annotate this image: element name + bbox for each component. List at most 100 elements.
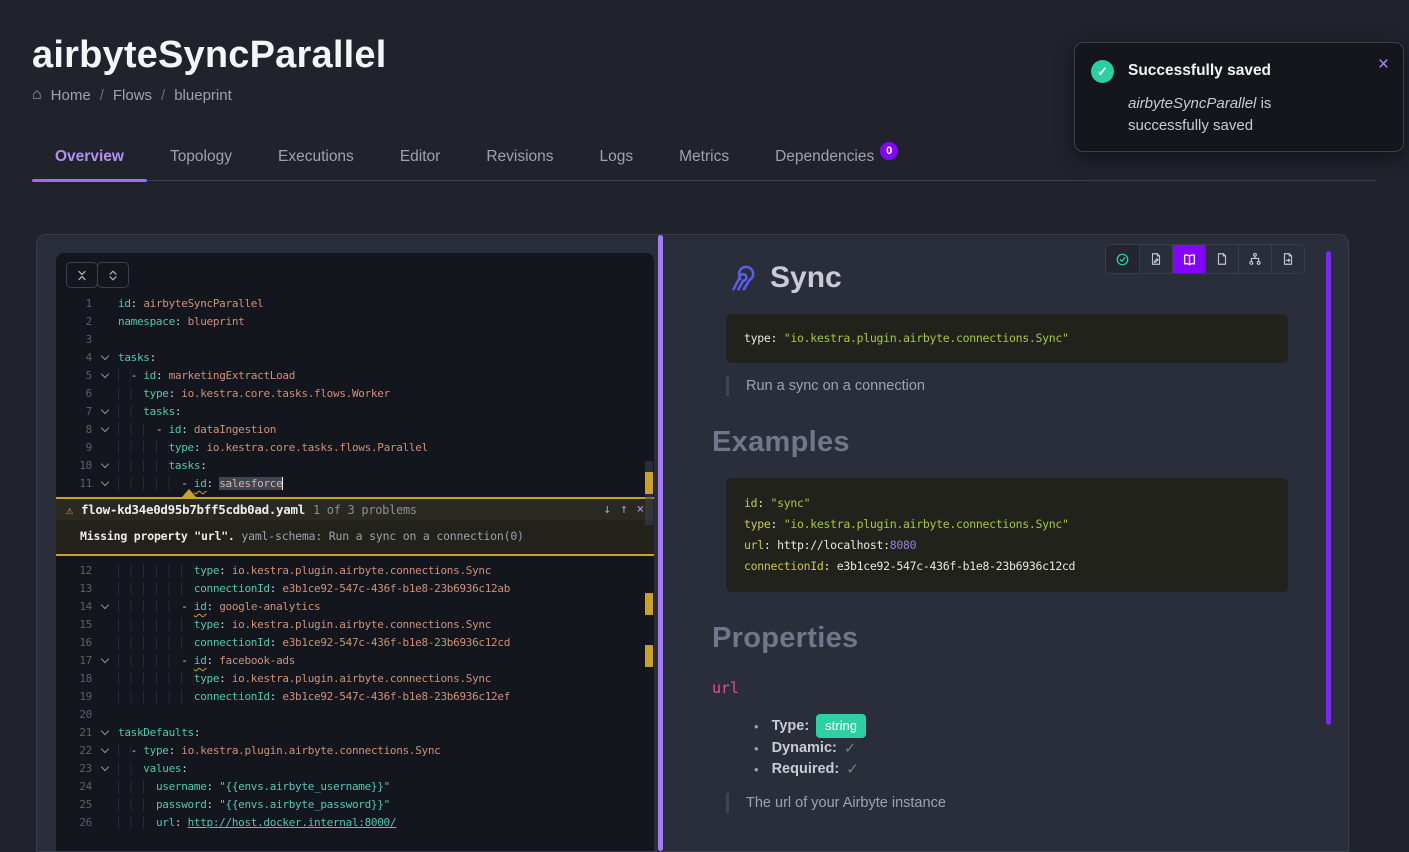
- check-circle-icon[interactable]: [1106, 245, 1139, 273]
- code-line-23[interactable]: 23 values:: [56, 760, 654, 778]
- code-line-12[interactable]: 12 type: io.kestra.plugin.airbyte.connec…: [56, 562, 654, 580]
- code-line-21[interactable]: 21taskDefaults:: [56, 724, 654, 742]
- code-line-18[interactable]: 18 type: io.kestra.plugin.airbyte.connec…: [56, 670, 654, 688]
- arrow-up-icon[interactable]: ↑: [620, 502, 628, 517]
- tab-executions[interactable]: Executions: [255, 148, 377, 180]
- code-line-19[interactable]: 19 connectionId: e3b1ce92-547c-436f-b1e8…: [56, 688, 654, 706]
- plugin-description: Run a sync on a connection: [726, 376, 1288, 396]
- line-content: tasks:: [118, 457, 207, 475]
- code-line-3[interactable]: 3: [56, 331, 654, 349]
- code-line-5[interactable]: 5 - id: marketingExtractLoad: [56, 367, 654, 385]
- problems-message[interactable]: Missing property "url". yaml-schema: Run…: [56, 520, 654, 554]
- overview-ruler[interactable]: [644, 253, 654, 851]
- line-number: 18: [56, 670, 92, 688]
- tab-topology[interactable]: Topology: [147, 148, 255, 180]
- line-number: 24: [56, 778, 92, 796]
- tab-overview[interactable]: Overview: [32, 148, 147, 180]
- fold-chevron-icon[interactable]: [92, 421, 118, 439]
- code-line-10[interactable]: 10 tasks:: [56, 457, 654, 475]
- property-item-label: Required:: [772, 759, 840, 780]
- fold-chevron-icon[interactable]: [92, 367, 118, 385]
- tab-logs[interactable]: Logs: [577, 148, 657, 180]
- close-icon[interactable]: ×: [1378, 55, 1389, 74]
- fold-chevron-icon[interactable]: [92, 724, 118, 742]
- code-line-9[interactable]: 9 type: io.kestra.core.tasks.flows.Paral…: [56, 439, 654, 457]
- line-number: 14: [56, 598, 92, 616]
- tab-label: Editor: [400, 148, 441, 165]
- code-line-25[interactable]: 25 password: "{{envs.airbyte_password}}": [56, 796, 654, 814]
- check-icon: ✓: [844, 738, 857, 759]
- code-line-16[interactable]: 16 connectionId: e3b1ce92-547c-436f-b1e8…: [56, 634, 654, 652]
- fold-chevron-icon[interactable]: [92, 457, 118, 475]
- line-number: 25: [56, 796, 92, 814]
- arrow-down-icon[interactable]: ↓: [603, 502, 611, 517]
- breadcrumb-blueprint[interactable]: blueprint: [174, 87, 232, 104]
- problems-message-rest: yaml-schema: Run a sync on a connection(…: [235, 529, 524, 543]
- line-number: 13: [56, 580, 92, 598]
- plugin-title: Sync: [770, 261, 842, 295]
- tab-metrics[interactable]: Metrics: [656, 148, 752, 180]
- fold-chevron-icon[interactable]: [92, 652, 118, 670]
- code-line-26[interactable]: 26 url: http://host.docker.internal:8000…: [56, 814, 654, 832]
- problems-controls: ↓ ↑ ×: [603, 502, 644, 517]
- fold-chevron-icon[interactable]: [92, 760, 118, 778]
- fold-chevron-icon[interactable]: [92, 742, 118, 760]
- code-line-20[interactable]: 20: [56, 706, 654, 724]
- code-line-17[interactable]: 17 - id: facebook-ads: [56, 652, 654, 670]
- file-icon[interactable]: [1205, 245, 1238, 273]
- unfold-all-icon[interactable]: [97, 262, 129, 288]
- property-item-label: Dynamic:: [772, 738, 837, 759]
- close-icon[interactable]: ×: [636, 502, 644, 517]
- fold-chevron-icon[interactable]: [92, 598, 118, 616]
- tab-label: Revisions: [486, 148, 553, 165]
- home-icon[interactable]: ⌂: [32, 86, 42, 104]
- code-area: 1id: airbyteSyncParallel2namespace: blue…: [56, 295, 654, 832]
- tab-dependencies[interactable]: Dependencies0: [752, 148, 921, 180]
- code-line-8[interactable]: 8 - id: dataIngestion: [56, 421, 654, 439]
- code-line-22[interactable]: 22 - type: io.kestra.plugin.airbyte.conn…: [56, 742, 654, 760]
- dependencies-badge: 0: [880, 142, 898, 160]
- line-content: password: "{{envs.airbyte_password}}": [118, 796, 390, 814]
- property-attributes: Type:stringDynamic:✓Required:✓: [754, 714, 1288, 780]
- tab-editor[interactable]: Editor: [377, 148, 464, 180]
- book-open-icon[interactable]: [1172, 245, 1205, 273]
- code-line-7[interactable]: 7 tasks:: [56, 403, 654, 421]
- file-export-icon[interactable]: [1271, 245, 1304, 273]
- code-line-11[interactable]: 11 - id: salesforce: [56, 475, 654, 493]
- breadcrumb-home[interactable]: Home: [51, 87, 91, 104]
- line-number: 23: [56, 760, 92, 778]
- example-line: connectionId: e3b1ce92-547c-436f-b1e8-23…: [744, 556, 1270, 577]
- code-line-4[interactable]: 4tasks:: [56, 349, 654, 367]
- fold-chevron-icon[interactable]: [92, 349, 118, 367]
- line-content: type: io.kestra.plugin.airbyte.connectio…: [118, 616, 491, 634]
- line-number: 8: [56, 421, 92, 439]
- examples-code-block: id: "sync"type: "io.kestra.plugin.airbyt…: [726, 478, 1288, 592]
- docs-scrollbar[interactable]: [1326, 251, 1331, 725]
- tree-icon[interactable]: [1238, 245, 1271, 273]
- code-line-6[interactable]: 6 type: io.kestra.core.tasks.flows.Worke…: [56, 385, 654, 403]
- fold-all-icon[interactable]: [66, 262, 98, 288]
- line-content: - id: salesforce: [118, 475, 283, 493]
- file-edit-icon[interactable]: [1139, 245, 1172, 273]
- code-line-15[interactable]: 15 type: io.kestra.plugin.airbyte.connec…: [56, 616, 654, 634]
- code-line-24[interactable]: 24 username: "{{envs.airbyte_username}}": [56, 778, 654, 796]
- check-circle-icon: ✓: [1091, 60, 1114, 83]
- line-number: 19: [56, 688, 92, 706]
- code-line-2[interactable]: 2namespace: blueprint: [56, 313, 654, 331]
- breadcrumb-flows[interactable]: Flows: [113, 87, 152, 104]
- code-line-13[interactable]: 13 connectionId: e3b1ce92-547c-436f-b1e8…: [56, 580, 654, 598]
- line-number: 5: [56, 367, 92, 385]
- line-content: username: "{{envs.airbyte_username}}": [118, 778, 390, 796]
- code-line-14[interactable]: 14 - id: google-analytics: [56, 598, 654, 616]
- code-line-1[interactable]: 1id: airbyteSyncParallel: [56, 295, 654, 313]
- check-icon: ✓: [846, 759, 859, 780]
- fold-chevron-icon[interactable]: [92, 403, 118, 421]
- tab-bar: OverviewTopologyExecutions Editor Revision…: [32, 148, 1377, 181]
- line-number: 15: [56, 616, 92, 634]
- fold-chevron-icon[interactable]: [92, 475, 118, 493]
- breadcrumb-separator: /: [161, 87, 165, 104]
- line-number: 7: [56, 403, 92, 421]
- problems-count: 1 of 3 problems: [313, 503, 417, 517]
- tab-revisions[interactable]: Revisions: [463, 148, 576, 180]
- yaml-editor[interactable]: 1id: airbyteSyncParallel2namespace: blue…: [56, 253, 654, 851]
